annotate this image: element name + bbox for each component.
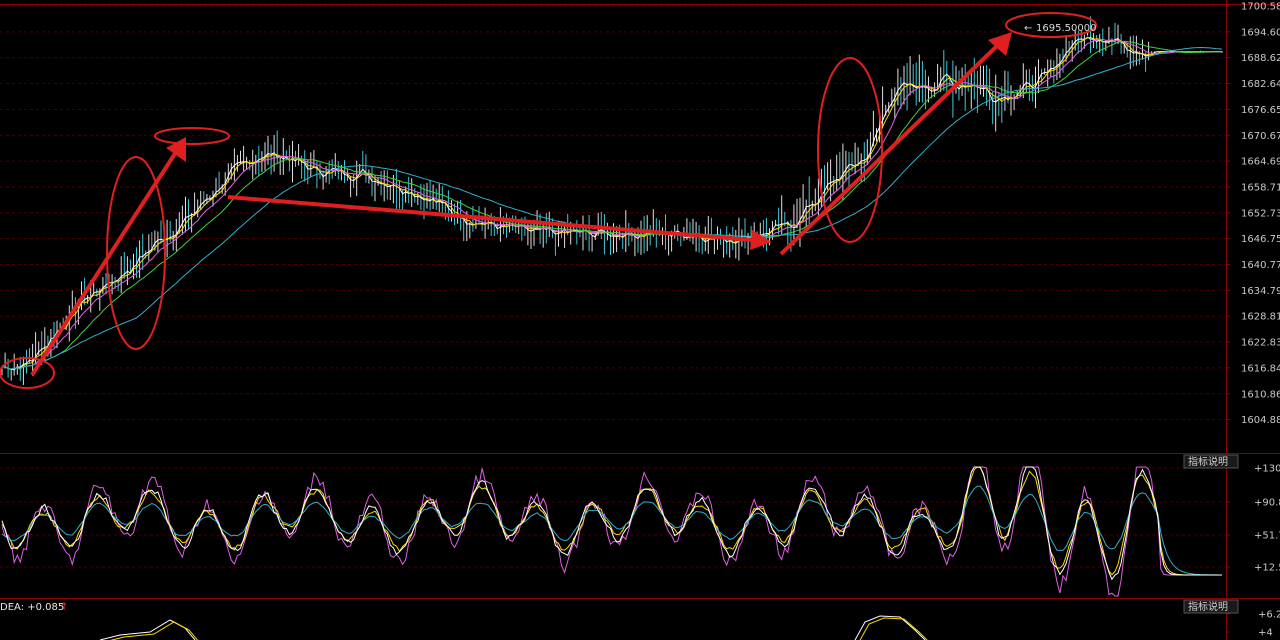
macd-y-tick-label: +6.2 (1258, 610, 1280, 621)
y-tick-label: 1676.65 (1241, 105, 1280, 116)
y-tick-label: 1682.64 (1241, 79, 1280, 90)
dea-label: DEA: +0.085 (0, 602, 64, 613)
y-tick-label: 1634.79 (1241, 286, 1280, 297)
chart-canvas: 1700.58 1694.60 1688.62 1682.64 1676.65 1670.… (0, 0, 1280, 640)
macd-y-tick-label: +4 (1258, 628, 1273, 639)
annotation-ellipse-rise-2 (817, 57, 883, 243)
indicator-y-axis: +130 +90.8 +51.7 +12.5 (1226, 464, 1280, 574)
y-tick-label: 1688.62 (1241, 53, 1280, 64)
indicator-y-tick-label: +90.8 (1254, 498, 1280, 509)
macd-help-button[interactable]: 指标说明 (1183, 599, 1239, 614)
indicator-line-white (1, 466, 1222, 581)
candlesticks (1, 16, 1223, 385)
macd-line-dea-right (859, 617, 928, 640)
main-grid (0, 5, 1226, 421)
annotation-ellipse-top-1 (154, 127, 230, 145)
y-tick-label: 1700.58 (1241, 2, 1280, 13)
annotation-arrow-flat (227, 195, 753, 242)
dea-arrow: ↑ (60, 602, 68, 613)
panel-frames (0, 0, 1280, 640)
y-tick-label: 1658.71 (1241, 182, 1280, 193)
macd-help-label[interactable]: 指标说明 (1188, 600, 1228, 613)
indicator-y-tick-label: +130 (1254, 464, 1280, 475)
y-tick-label: 1652.73 (1241, 208, 1280, 219)
y-tick-label: 1670.67 (1241, 131, 1280, 142)
macd-lines (99, 615, 928, 640)
y-tick-label: 1628.81 (1241, 312, 1280, 323)
main-y-axis: 1700.58 1694.60 1688.62 1682.64 1676.65 1670.… (1226, 2, 1280, 426)
peak-arrow: ← (1024, 23, 1032, 34)
y-tick-label: 1664.69 (1241, 157, 1280, 168)
macd-y-axis: +6.2 +4 (1226, 610, 1280, 639)
annotations (0, 12, 1097, 389)
y-tick-label: 1616.84 (1241, 363, 1280, 374)
y-tick-label: 1646.75 (1241, 234, 1280, 245)
annotation-arrowhead-up-1 (166, 137, 186, 162)
y-tick-label: 1622.83 (1241, 338, 1280, 349)
y-tick-label: 1694.60 (1241, 27, 1280, 38)
annotation-arrow-up-2 (779, 43, 1000, 256)
y-tick-label: 1604.88 (1241, 415, 1280, 426)
y-tick-label: 1610.86 (1241, 389, 1280, 400)
peak-label: 1695.50000 (1036, 23, 1096, 34)
y-tick-label: 1640.77 (1241, 260, 1280, 271)
macd-line-dif-left (99, 619, 196, 640)
indicator-lines (1, 466, 1222, 597)
indicator-help-button[interactable]: 指标说明 (1183, 454, 1239, 469)
indicator-y-tick-label: +51.7 (1254, 531, 1280, 542)
indicator-help-label[interactable]: 指标说明 (1188, 455, 1228, 468)
indicator-y-tick-label: +12.5 (1254, 563, 1280, 574)
